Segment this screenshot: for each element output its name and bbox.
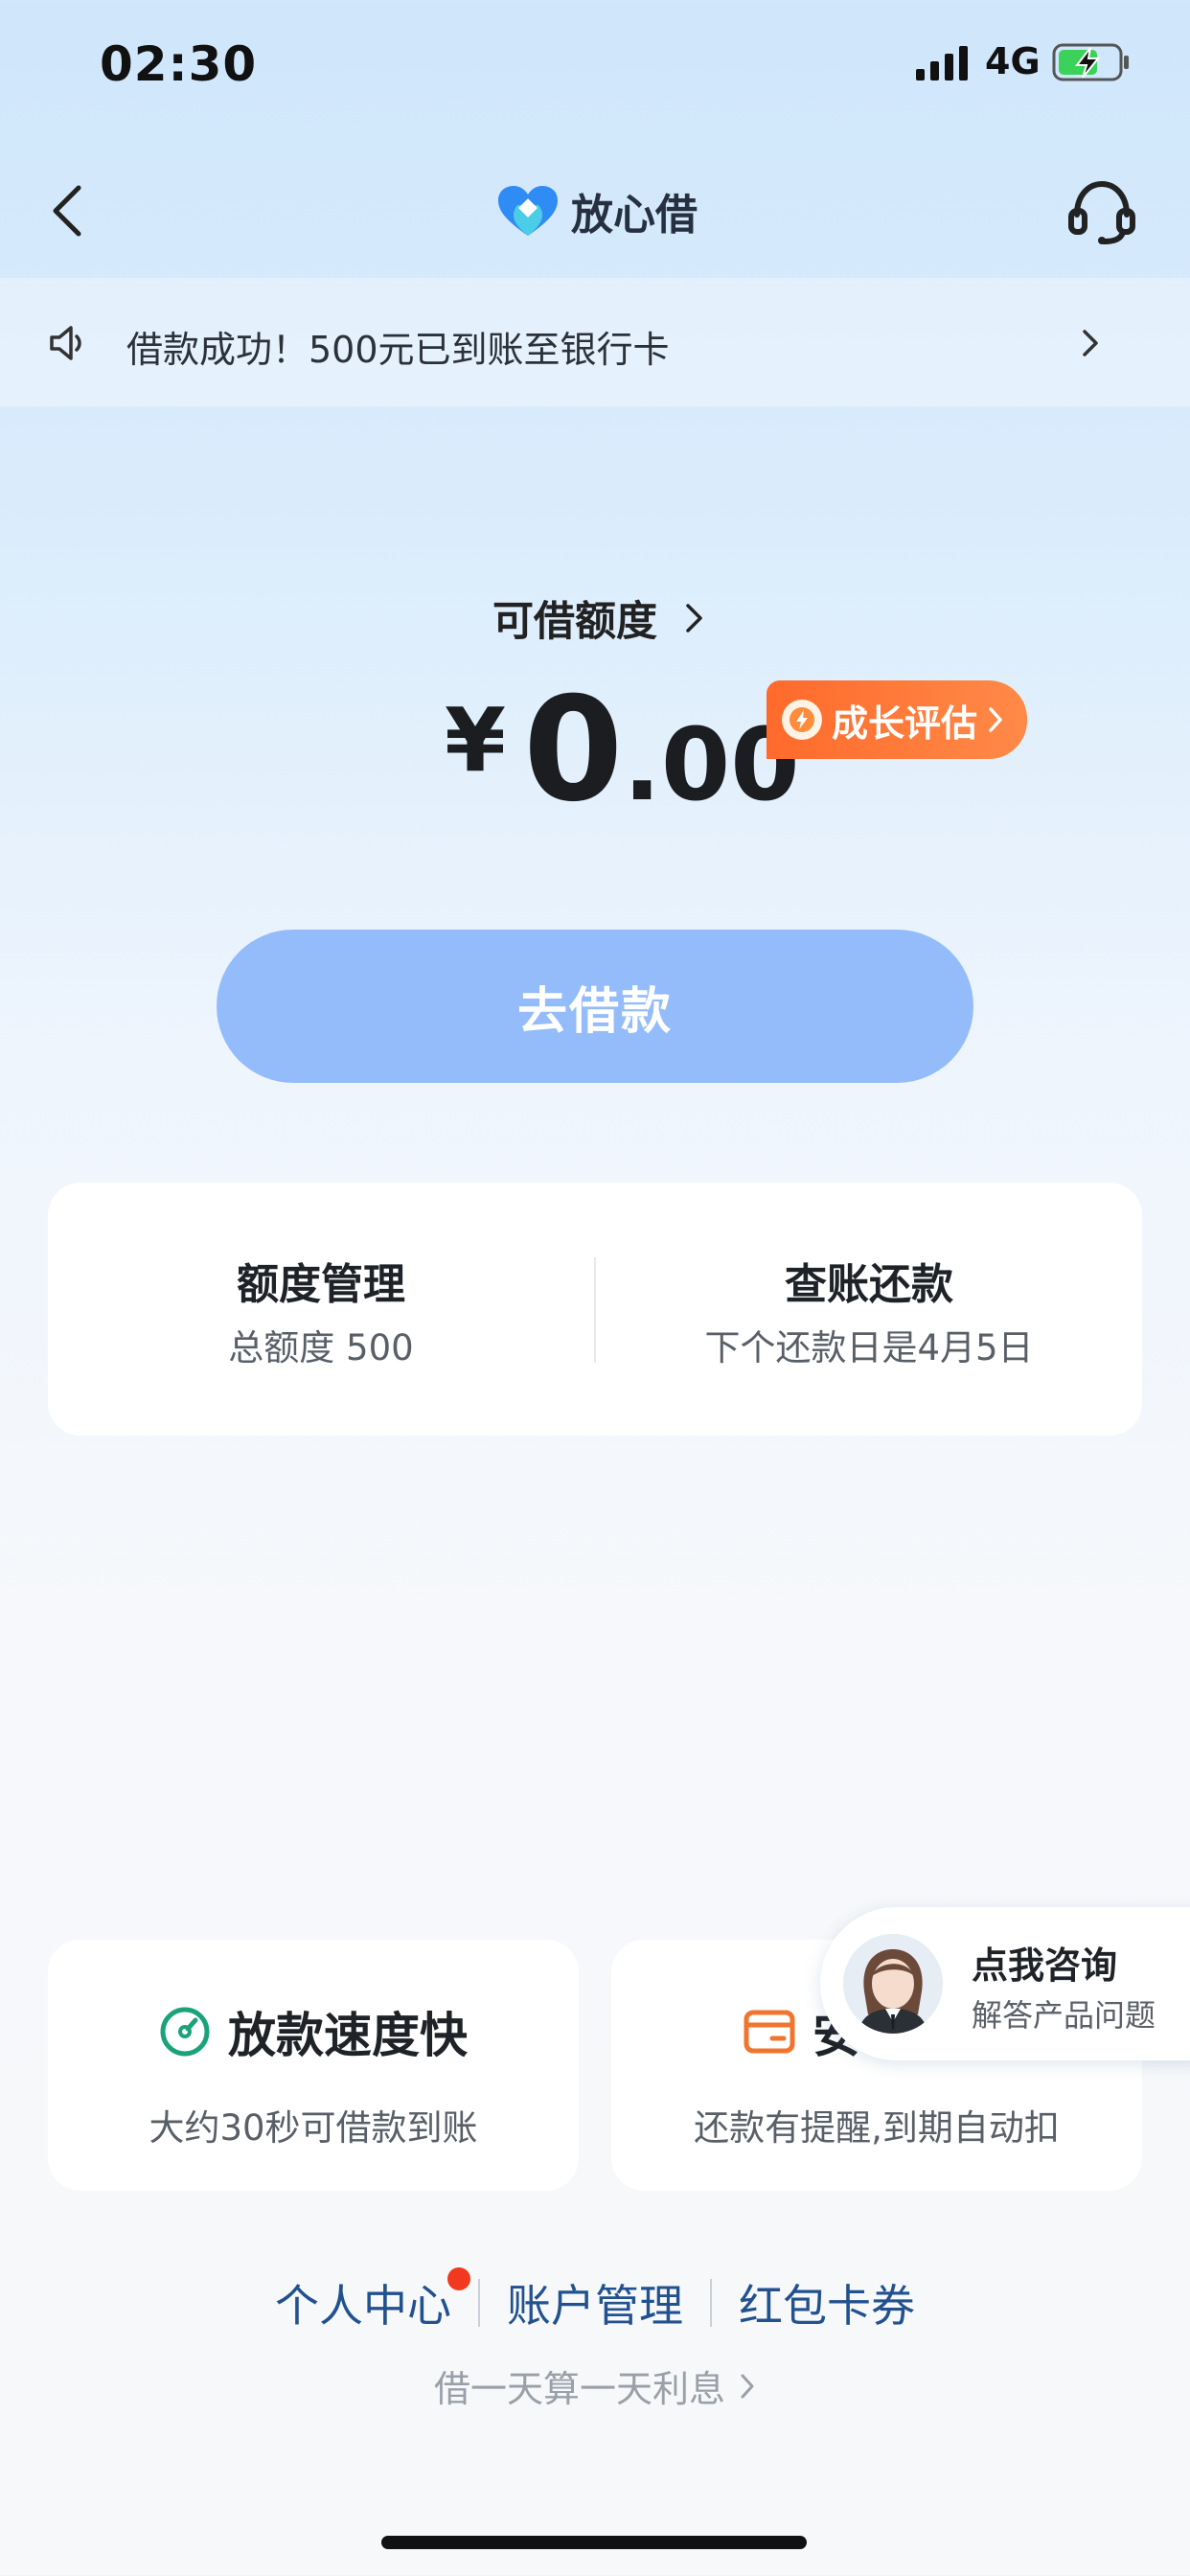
growth-label: 成长评估 (832, 702, 978, 745)
chevron-right-icon[interactable] (684, 602, 705, 634)
card-icon (744, 2010, 795, 2054)
feature-title: 放款速度快 (228, 2008, 468, 2063)
customer-service-avatar (843, 1934, 943, 2034)
brand: 放心借 (496, 182, 698, 240)
battery-icon (1052, 43, 1129, 81)
notice-text: 借款成功！500元已到账至银行卡 (126, 329, 670, 371)
link-account-management[interactable]: 账户管理 (480, 2271, 710, 2334)
quota-management[interactable]: 额度管理 总额度 500 (48, 1183, 594, 1436)
link-label: 个人中心 (275, 2280, 451, 2332)
status-time: 02:30 (100, 36, 258, 92)
brand-name: 放心借 (571, 191, 698, 240)
lightning-icon (782, 700, 822, 740)
back-arrow-icon[interactable] (48, 182, 86, 240)
notification-dot (447, 2267, 470, 2290)
growth-assessment-badge[interactable]: 成长评估 (767, 680, 1027, 759)
link-personal-center[interactable]: 个人中心 (248, 2267, 478, 2334)
bill-repayment[interactable]: 查账还款 下个还款日是4月5日 (596, 1183, 1142, 1436)
chevron-right-icon (1083, 330, 1098, 356)
feature-card-speed: 放款速度快 大约30秒可借款到账 (48, 1940, 579, 2191)
footer-links: 个人中心 账户管理 红包卡券 (0, 2267, 1190, 2334)
feature-subtitle: 还款有提醒,到期自动扣 (694, 2107, 1060, 2149)
total-quota: 总额度 500 (228, 1327, 414, 1368)
credit-amount: ¥ 0 .00 (445, 678, 800, 822)
feature-subtitle: 大约30秒可借款到账 (149, 2107, 478, 2149)
headset-icon[interactable] (1065, 178, 1138, 245)
credit-label[interactable]: 可借额度 (492, 588, 657, 648)
interest-note-text: 借一天算一天利息 (433, 2368, 725, 2410)
brand-logo-icon (498, 186, 558, 236)
speaker-icon (50, 326, 81, 360)
link-coupons[interactable]: 红包卡券 (712, 2271, 942, 2334)
network-label: 4G (985, 40, 1041, 82)
bill-repayment-title: 查账还款 (785, 1260, 953, 1309)
chevron-right-icon (989, 707, 1002, 732)
chevron-right-icon (741, 2374, 754, 2398)
next-repayment-date: 下个还款日是4月5日 (704, 1327, 1034, 1368)
borrow-button[interactable]: 去借款 (217, 930, 973, 1083)
signal-icon (916, 46, 968, 80)
consult-subtitle: 解答产品问题 (972, 1997, 1156, 2034)
quota-management-title: 额度管理 (237, 1260, 405, 1309)
home-indicator[interactable] (381, 2536, 807, 2549)
consult-bubble[interactable]: 点我咨询 解答产品问题 (820, 1907, 1190, 2060)
amount-integer: 0 (523, 667, 624, 834)
interest-note[interactable]: 借一天算一天利息 (0, 2359, 1190, 2412)
speedometer-icon (160, 2007, 210, 2057)
consult-title: 点我咨询 (972, 1944, 1118, 1987)
currency-symbol: ¥ (445, 689, 507, 792)
